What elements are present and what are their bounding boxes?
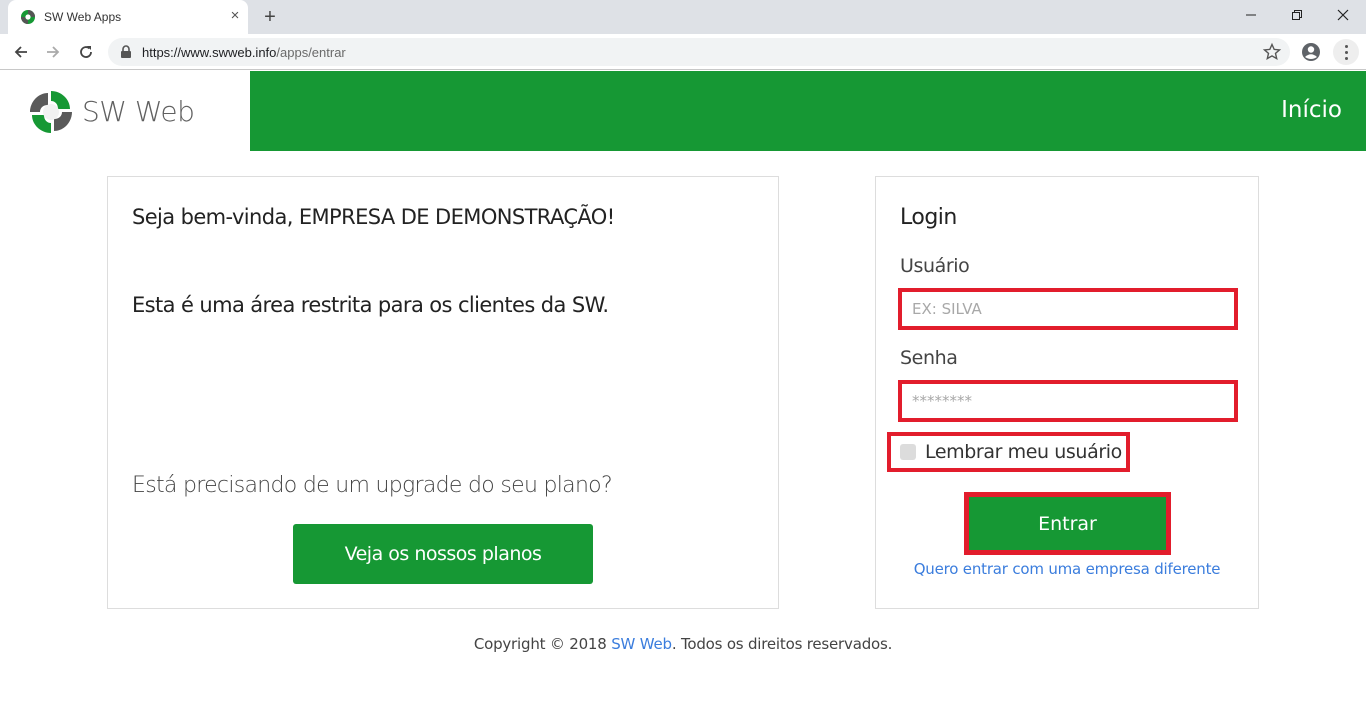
tab-close-icon[interactable]: × <box>226 7 244 25</box>
favicon-icon <box>21 10 35 24</box>
arrow-right-icon <box>47 46 60 58</box>
address-bar[interactable]: https://www.swweb.info/apps/entrar <box>108 38 1290 66</box>
nav-home-link[interactable]: Início <box>1281 97 1342 123</box>
remember-user-label[interactable]: Lembrar meu usuário <box>925 441 1122 463</box>
login-submit-button[interactable]: Entrar <box>964 492 1171 555</box>
upgrade-question: Está precisando de um upgrade do seu pla… <box>132 473 613 498</box>
reload-button[interactable] <box>73 39 99 65</box>
logo-text[interactable]: SW Web <box>82 95 195 128</box>
url-path: /apps/entrar <box>276 45 346 60</box>
password-label: Senha <box>900 347 958 369</box>
browser-toolbar: https://www.swweb.info/apps/entrar <box>0 34 1366 70</box>
browser-menu-button[interactable] <box>1333 39 1359 65</box>
bookmark-star-icon[interactable] <box>1262 42 1282 62</box>
nav-bar: Início <box>250 71 1366 151</box>
new-tab-button[interactable]: + <box>259 6 281 28</box>
footer-copyright-prefix: Copyright © 2018 <box>473 635 612 653</box>
reload-icon <box>80 46 92 58</box>
restricted-area-notice: Esta é uma área restrita para os cliente… <box>132 293 609 317</box>
sw-web-logo-icon[interactable] <box>28 89 74 135</box>
username-input[interactable] <box>898 288 1238 330</box>
browser-tabstrip: SW Web Apps × + <box>0 0 1366 34</box>
url-text[interactable]: https://www.swweb.info/apps/entrar <box>142 45 346 60</box>
login-title: Login <box>900 205 957 230</box>
remember-user-checkbox[interactable] <box>900 444 916 460</box>
url-host: https://www.swweb.info <box>142 45 277 60</box>
arrow-left-icon <box>14 46 27 58</box>
view-plans-button[interactable]: Veja os nossos planos <box>293 524 593 584</box>
restore-button[interactable] <box>1274 0 1320 30</box>
footer-copyright-suffix: . Todos os direitos reservados. <box>671 635 893 653</box>
close-window-button[interactable] <box>1320 0 1366 30</box>
tab-title: SW Web Apps <box>44 10 122 24</box>
forward-button[interactable] <box>40 39 66 65</box>
close-icon <box>1337 9 1349 21</box>
remember-user-checkbox-row[interactable]: Lembrar meu usuário <box>887 432 1130 472</box>
password-input[interactable] <box>898 380 1238 422</box>
profile-icon[interactable] <box>1300 41 1322 63</box>
login-panel: Login Usuário Senha Lembrar meu usuário … <box>875 176 1259 609</box>
site-header: SW Web Início <box>0 71 1366 151</box>
minimize-button[interactable] <box>1228 0 1274 30</box>
restore-icon <box>1292 10 1302 20</box>
welcome-greeting: Seja bem-vinda, EMPRESA DE DEMONSTRAÇÃO! <box>132 205 615 229</box>
footer: Copyright © 2018 SW Web. Todos os direit… <box>0 635 1366 653</box>
username-label: Usuário <box>900 255 970 277</box>
back-button[interactable] <box>8 39 34 65</box>
browser-tab[interactable]: SW Web Apps × <box>8 0 248 34</box>
different-company-link[interactable]: Quero entrar com uma empresa diferente <box>876 560 1258 578</box>
footer-sw-web-link[interactable]: SW Web <box>611 635 672 653</box>
lock-icon <box>121 45 131 58</box>
minimize-icon <box>1246 14 1256 16</box>
welcome-panel: Seja bem-vinda, EMPRESA DE DEMONSTRAÇÃO!… <box>107 176 779 609</box>
